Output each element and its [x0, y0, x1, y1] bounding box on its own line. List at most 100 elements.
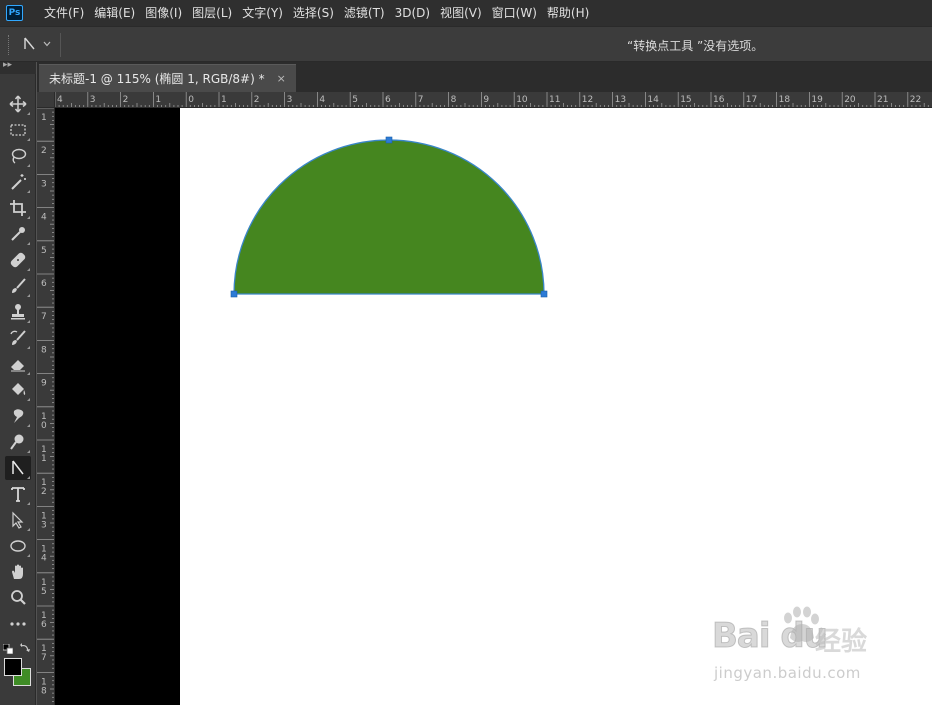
- menu-view[interactable]: 视图(V): [435, 0, 487, 26]
- crop-tool[interactable]: [5, 196, 31, 220]
- ruler-label: 21: [877, 95, 888, 105]
- move-tool[interactable]: [5, 92, 31, 116]
- document-tab[interactable]: 未标题-1 @ 115% (椭圆 1, RGB/8#) * ×: [39, 64, 296, 92]
- chevron-down-icon[interactable]: [42, 39, 52, 49]
- more-tools[interactable]: [5, 612, 31, 636]
- ruler-label: 17: [746, 95, 757, 105]
- lasso-tool[interactable]: [5, 144, 31, 168]
- options-bar-grip[interactable]: [8, 35, 10, 55]
- ruler-label: 3: [90, 95, 96, 105]
- menu-type[interactable]: 文字(Y): [237, 0, 288, 26]
- menu-window[interactable]: 窗口(W): [487, 0, 542, 26]
- ruler-label: 2: [41, 487, 47, 497]
- anchor-point-right[interactable]: [540, 290, 548, 298]
- history-brush-tool[interactable]: [5, 326, 31, 350]
- smudge-icon: [13, 409, 24, 423]
- ruler-label: 7: [418, 95, 424, 105]
- ruler-label: 7: [41, 653, 47, 663]
- half-ellipse-shape[interactable]: [233, 139, 545, 295]
- more-icon: [10, 622, 26, 626]
- convert-point-icon: [12, 460, 24, 475]
- ruler-label: 11: [549, 95, 560, 105]
- swap-colors-icon[interactable]: [19, 642, 31, 654]
- type-icon: [11, 487, 25, 502]
- ruler-label: 4: [41, 213, 47, 223]
- eyedropper-icon: [11, 227, 25, 241]
- ruler-label: 2: [41, 146, 47, 156]
- close-icon[interactable]: ×: [277, 72, 286, 85]
- marquee-tool[interactable]: [5, 118, 31, 142]
- hand-tool[interactable]: [5, 560, 31, 584]
- ruler-origin[interactable]: [37, 92, 55, 108]
- menu-filter[interactable]: 滤镜(T): [339, 0, 390, 26]
- ruler-label: 22: [910, 95, 921, 105]
- watermark-jingyan-text: 经验: [815, 627, 868, 657]
- ruler-label: 1: [41, 454, 47, 464]
- document-tab-title: 未标题-1 @ 115% (椭圆 1, RGB/8#) *: [49, 72, 265, 86]
- ruler-label: 7: [41, 312, 47, 322]
- crop-icon: [10, 200, 26, 216]
- convert-point-tool[interactable]: [5, 456, 31, 480]
- toolbar-collapse-button[interactable]: ▸▸: [0, 60, 36, 74]
- photoshop-logo-icon[interactable]: Ps: [6, 5, 23, 21]
- default-colors-icon[interactable]: [3, 644, 13, 654]
- anchor-point-top[interactable]: [385, 136, 393, 144]
- menu-select[interactable]: 选择(S): [288, 0, 339, 26]
- menu-layer[interactable]: 图层(L): [187, 0, 237, 26]
- horizontal-ruler-ticks: 4 3 2 1 0 1 2 3 4 5 6 7 8 9 10 11 12 13 14 15 16 17 18 19 20 21 22: [55, 92, 929, 107]
- options-message: “转换点工具 ”没有选项。: [627, 39, 764, 53]
- ruler-label: 6: [41, 279, 47, 289]
- paint-bucket-tool[interactable]: [5, 378, 31, 402]
- eraser-tool[interactable]: [5, 352, 31, 376]
- ruler-label: 4: [41, 554, 47, 564]
- stamp-icon: [11, 304, 25, 320]
- vertical-ruler[interactable]: 123456789101112131415161718: [37, 108, 55, 705]
- ruler-label: 1: [155, 95, 161, 105]
- ruler-label: 1: [221, 95, 227, 105]
- horizontal-ruler[interactable]: 4 3 2 1 0 1 2 3 4 5 6 7 8 9 10 11 12 13 14 15 16 17 18 19 20 21 22: [55, 92, 932, 108]
- vertical-ruler-ticks: 123456789101112131415161718: [37, 108, 54, 702]
- options-separator: [60, 33, 61, 57]
- dodge-tool[interactable]: [5, 430, 31, 454]
- foreground-color-swatch[interactable]: [4, 658, 22, 676]
- anchor-point-left[interactable]: [230, 290, 238, 298]
- menu-image[interactable]: 图像(I): [140, 0, 187, 26]
- ruler-label: 3: [287, 95, 293, 105]
- path-selection-tool[interactable]: [5, 508, 31, 532]
- menu-edit[interactable]: 编辑(E): [89, 0, 140, 26]
- menu-file[interactable]: 文件(F): [39, 0, 89, 26]
- ellipse-tool[interactable]: [5, 534, 31, 558]
- ruler-label: 0: [41, 421, 47, 431]
- ruler-label: 18: [779, 95, 791, 105]
- eyedropper-tool[interactable]: [5, 222, 31, 246]
- ruler-label: 8: [41, 686, 47, 696]
- move-icon: [9, 95, 27, 113]
- magic-wand-tool[interactable]: [5, 170, 31, 194]
- ellipse-icon: [10, 540, 26, 552]
- clone-stamp-tool[interactable]: [5, 300, 31, 324]
- baidu-jingyan-watermark: Bai du 经验 jingyan.baidu.com: [712, 604, 892, 690]
- ruler-label: 4: [57, 95, 63, 105]
- ruler-label: 9: [41, 379, 47, 389]
- ruler-label: 8: [451, 95, 457, 105]
- healing-brush-tool[interactable]: [5, 248, 31, 272]
- tools-panel: ▸▸: [0, 60, 36, 705]
- ruler-label: 12: [582, 95, 593, 105]
- ruler-label: 1: [41, 113, 47, 123]
- marquee-icon: [10, 124, 26, 136]
- smudge-tool[interactable]: [5, 404, 31, 428]
- ruler-label: 19: [811, 95, 823, 105]
- type-tool[interactable]: [5, 482, 31, 506]
- ruler-label: 5: [41, 246, 47, 256]
- zoom-icon: [11, 590, 26, 605]
- menu-3d[interactable]: 3D(D): [390, 0, 435, 26]
- bandage-icon: [10, 252, 26, 268]
- path-selection-icon: [12, 511, 24, 529]
- zoom-tool[interactable]: [5, 586, 31, 610]
- ruler-label: 14: [647, 95, 659, 105]
- menu-help[interactable]: 帮助(H): [542, 0, 594, 26]
- convert-point-icon[interactable]: [22, 36, 38, 52]
- ruler-label: 8: [41, 345, 47, 355]
- ruler-label: 4: [319, 95, 325, 105]
- brush-tool[interactable]: [5, 274, 31, 298]
